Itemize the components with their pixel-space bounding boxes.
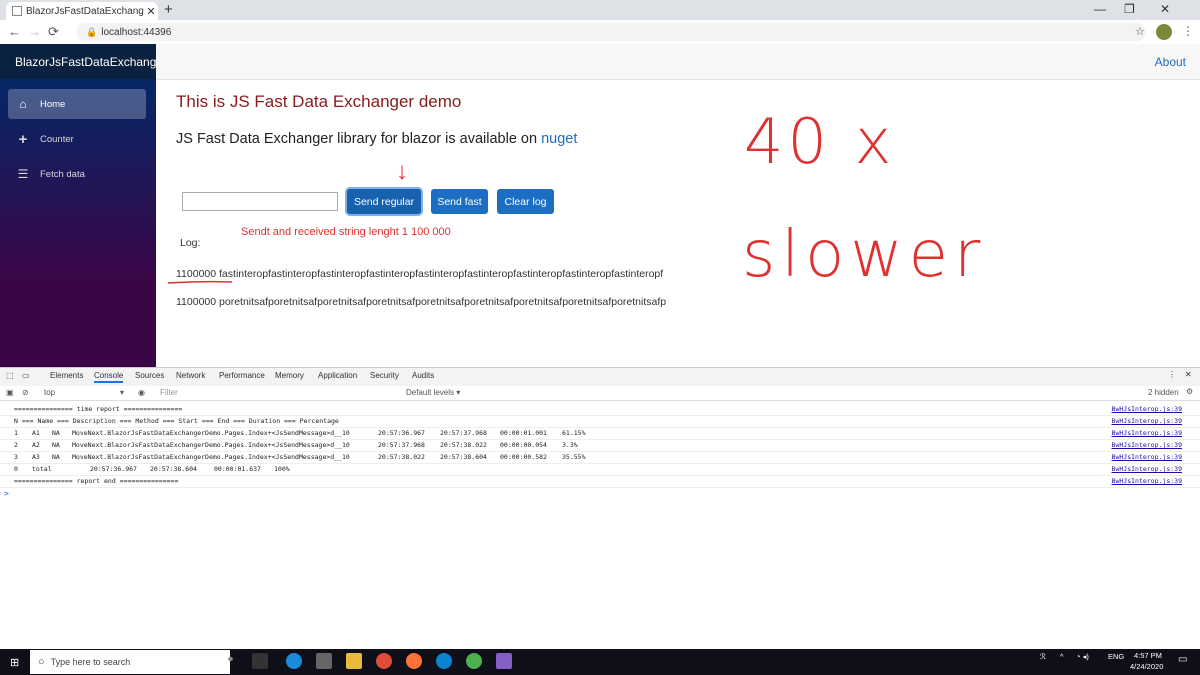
console-prompt[interactable]: >	[4, 489, 9, 498]
console-filter-input[interactable]: Filter	[160, 388, 178, 397]
console-cell: 20:57:38.022	[440, 441, 487, 449]
console-row: =============== report end =============…	[0, 475, 1200, 488]
console-cell: 3.3%	[562, 441, 578, 449]
console-cell: 00:00:00.582	[500, 453, 547, 461]
clear-console-icon[interactable]: ⊘	[22, 388, 29, 397]
visual-studio-icon[interactable]	[496, 653, 512, 669]
devtools-close-icon[interactable]: ✕	[1185, 370, 1192, 379]
console-cell: NA	[52, 441, 60, 449]
console-settings-gear-icon[interactable]: ⚙	[1186, 387, 1193, 396]
console-source-link[interactable]: BwHJsInterop.js:39	[1112, 405, 1182, 413]
tab-audits[interactable]: Audits	[412, 371, 434, 380]
console-cell: 35.55%	[562, 453, 586, 461]
tab-memory[interactable]: Memory	[275, 371, 304, 380]
search-icon: ○	[38, 656, 45, 668]
console-cell: total	[32, 465, 52, 473]
tab-security[interactable]: Security	[370, 371, 399, 380]
console-cell: MoveNext.BlazorJsFastDataExchangerDemo.P…	[72, 453, 350, 461]
taskbar-search[interactable]: ○ Type here to search	[30, 650, 230, 674]
underline-mark	[167, 280, 233, 284]
windows-start-icon[interactable]: ⊞	[10, 656, 19, 669]
tab-application[interactable]: Application	[318, 371, 357, 380]
console-cell: 20:57:37.968	[440, 429, 487, 437]
clock-time[interactable]: 4:57 PM	[1134, 651, 1162, 660]
console-cell: MoveNext.BlazorJsFastDataExchangerDemo.P…	[72, 429, 350, 437]
firefox-icon[interactable]	[406, 653, 422, 669]
device-toolbar-icon[interactable]: ▭	[22, 371, 30, 380]
devtools-menu-icon[interactable]: ⋮	[1168, 370, 1176, 379]
console-text: =============== report end =============…	[14, 477, 179, 485]
console-cell: 20:57:37.968	[378, 441, 425, 449]
tray-chevron-icon[interactable]: ^	[1060, 652, 1064, 661]
console-text: =============== time report ============…	[14, 405, 183, 413]
console-source-link[interactable]: BwHJsInterop.js:39	[1112, 429, 1182, 437]
task-view-icon[interactable]	[252, 653, 268, 669]
tab-sources[interactable]: Sources	[135, 371, 164, 380]
console-source-link[interactable]: BwHJsInterop.js:39	[1112, 465, 1182, 473]
console-source-link[interactable]: BwHJsInterop.js:39	[1112, 477, 1182, 485]
console-cell: MoveNext.BlazorJsFastDataExchangerDemo.P…	[72, 441, 350, 449]
console-cell: 20:57:38.604	[440, 453, 487, 461]
language-indicator[interactable]: ENG	[1108, 652, 1124, 661]
console-cell: 20:57:38.604	[150, 465, 197, 473]
console-cell: 20:57:38.022	[378, 453, 425, 461]
log-levels-dropdown[interactable]: Default levels ▾	[406, 388, 460, 397]
console-cell: 3	[14, 453, 18, 461]
edge-icon[interactable]	[436, 653, 452, 669]
console-cell: A1	[32, 429, 40, 437]
chrome-dev-icon[interactable]	[466, 653, 482, 669]
calculator-icon[interactable]	[316, 653, 332, 669]
console-cell: 00:00:01.001	[500, 429, 547, 437]
tab-network[interactable]: Network	[176, 371, 205, 380]
people-icon[interactable]: ℛ	[1040, 652, 1046, 661]
console-text: N === Name === Description === Method ==…	[14, 417, 339, 425]
tab-elements[interactable]: Elements	[50, 371, 83, 380]
console-cell: 20:57:36.967	[378, 429, 425, 437]
console-cell: NA	[52, 429, 60, 437]
clock-date[interactable]: 4/24/2020	[1130, 662, 1163, 671]
microphone-icon[interactable]: ⏺	[228, 654, 233, 665]
console-cell: 20:57:36.967	[90, 465, 137, 473]
network-volume-icon[interactable]: ◔ ◂)	[1076, 652, 1089, 661]
console-cell: 0	[14, 465, 18, 473]
console-cell: 00:00:01.637	[214, 465, 261, 473]
console-cell: 2	[14, 441, 18, 449]
console-cell: 00:00:00.054	[500, 441, 547, 449]
search-placeholder: Type here to search	[50, 657, 131, 667]
console-output: =============== time report ============…	[0, 401, 1200, 649]
context-dropdown-icon[interactable]: ▾	[120, 388, 124, 397]
skype-icon[interactable]	[286, 653, 302, 669]
console-source-link[interactable]: BwHJsInterop.js:39	[1112, 441, 1182, 449]
tab-performance[interactable]: Performance	[219, 371, 265, 380]
devtools-tabbar: ⬚ ▭ Elements Console Sources Network Per…	[0, 367, 1200, 387]
console-cell: A3	[32, 453, 40, 461]
console-cell: 1	[14, 429, 18, 437]
inspect-icon[interactable]: ⬚	[6, 371, 14, 380]
file-explorer-icon[interactable]	[346, 653, 362, 669]
tab-console[interactable]: Console	[94, 371, 124, 383]
context-select[interactable]: top	[44, 388, 55, 397]
chrome-icon[interactable]	[376, 653, 392, 669]
console-source-link[interactable]: BwHJsInterop.js:39	[1112, 453, 1182, 461]
notifications-icon[interactable]: ▭	[1178, 654, 1187, 665]
console-filterbar: ▣ ⊘ top ▾ ◉ Filter Default levels ▾ 2 hi…	[0, 386, 1200, 401]
console-sidebar-icon[interactable]: ▣	[6, 388, 14, 397]
console-cell: 100%	[274, 465, 290, 473]
console-cell: A2	[32, 441, 40, 449]
console-cell: 61.15%	[562, 429, 586, 437]
console-source-link[interactable]: BwHJsInterop.js:39	[1112, 417, 1182, 425]
live-expression-eye-icon[interactable]: ◉	[138, 388, 145, 397]
hidden-count: 2 hidden	[1148, 388, 1179, 397]
console-cell: NA	[52, 453, 60, 461]
